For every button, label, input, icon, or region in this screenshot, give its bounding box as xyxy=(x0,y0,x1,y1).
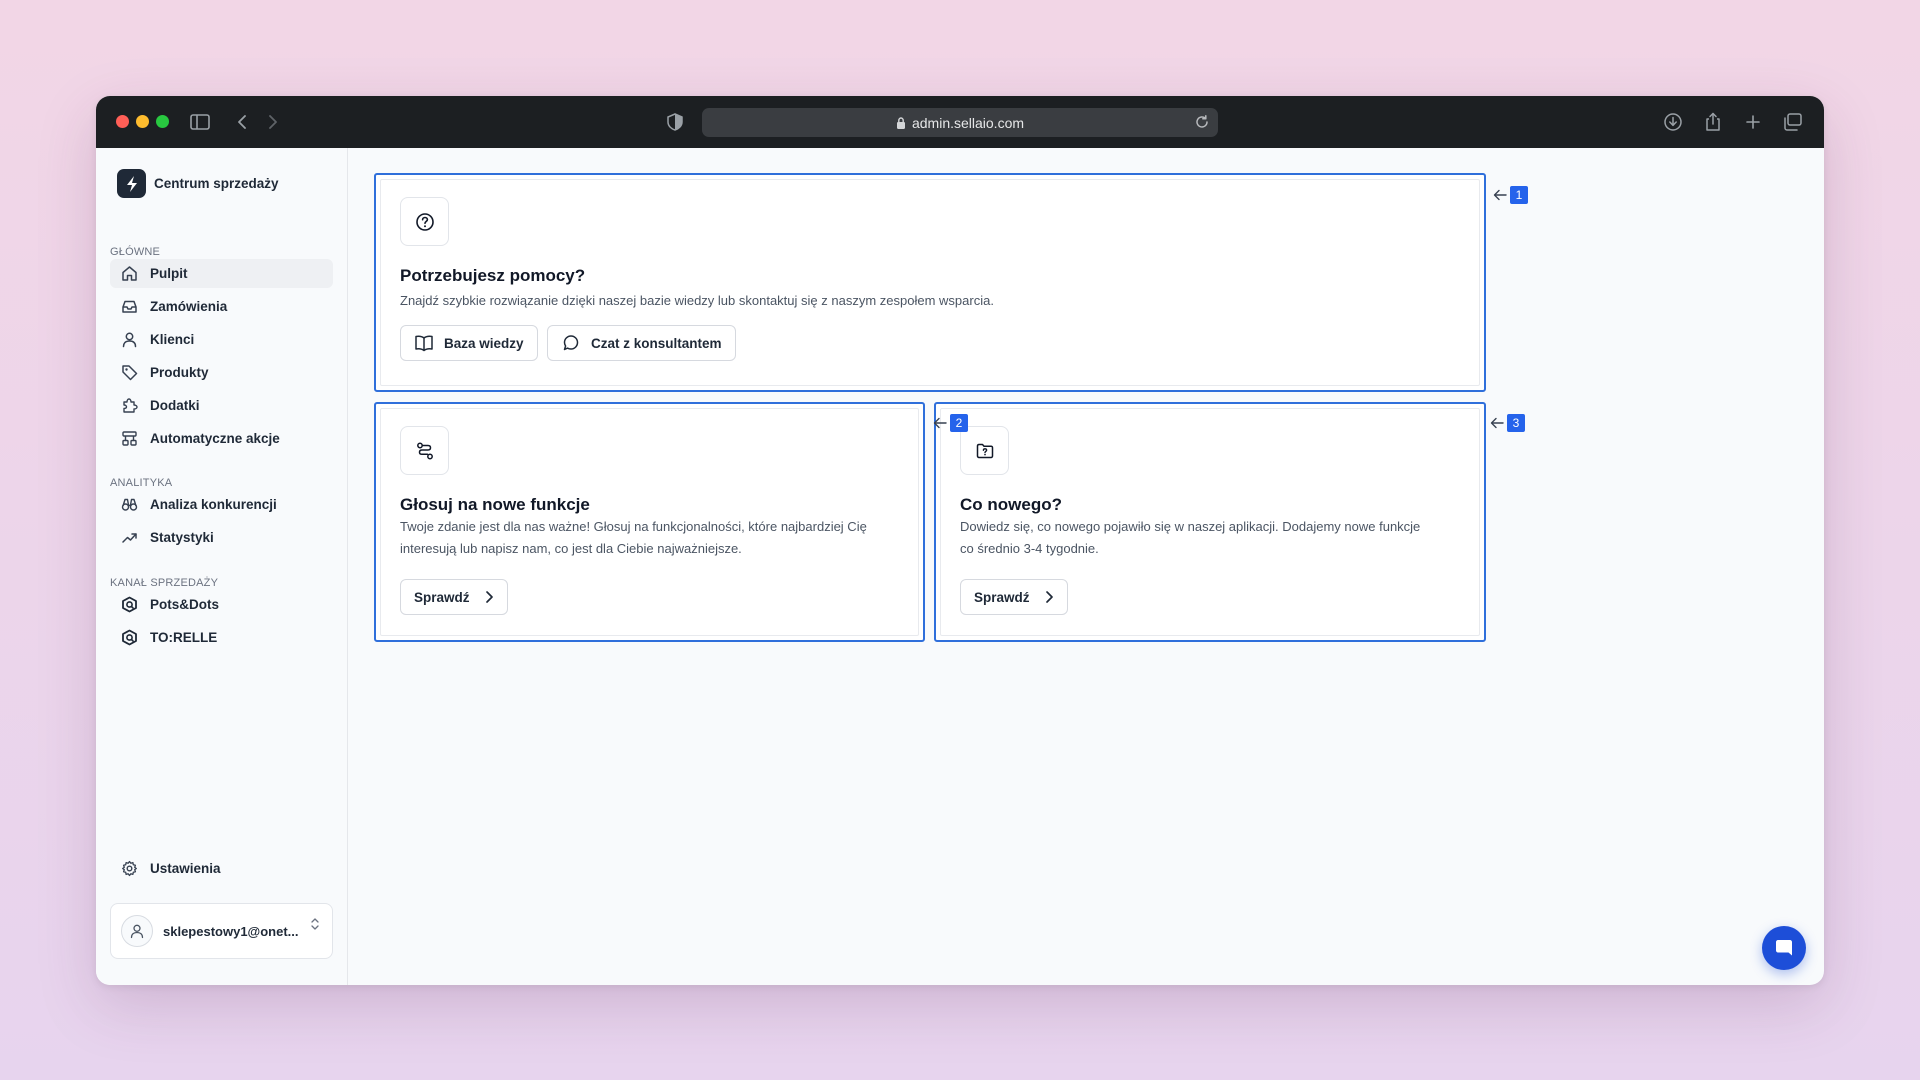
tag-icon xyxy=(120,364,138,382)
section-label-analityka: ANALITYKA xyxy=(110,477,173,489)
minimize-window-button[interactable] xyxy=(136,115,149,128)
new-tab-icon[interactable] xyxy=(1740,109,1766,135)
help-card: Potrzebujesz pomocy? Znajdź szybkie rozw… xyxy=(374,173,1486,392)
annotation-marker-2: 2 xyxy=(933,414,968,432)
avatar xyxy=(121,915,153,947)
sidebar-item-statystyki[interactable]: Statystyki xyxy=(110,523,333,552)
sidebar-item-zamowienia[interactable]: Zamówienia xyxy=(110,292,333,321)
browser-window: admin.sellaio.com Centrum sprzedaży GŁÓW… xyxy=(96,96,1824,985)
sidebar-item-produkty[interactable]: Produkty xyxy=(110,358,333,387)
marker-badge: 2 xyxy=(950,414,968,432)
store-hexagon-icon xyxy=(120,629,138,647)
news-check-button-label: Sprawdź xyxy=(974,589,1030,605)
sidebar-item-label: Zamówienia xyxy=(150,299,228,314)
chevron-right-icon xyxy=(1044,590,1054,604)
message-circle-icon xyxy=(561,333,581,353)
sidebar-item-analiza-konkurencji[interactable]: Analiza konkurencji xyxy=(110,490,333,519)
sidebar-item-ustawienia[interactable]: Ustawienia xyxy=(110,854,333,883)
brand-name: Centrum sprzedaży xyxy=(154,176,279,191)
sidebar-item-dodatki[interactable]: Dodatki xyxy=(110,391,333,420)
folder-question-icon xyxy=(960,426,1009,475)
lightning-logo-icon xyxy=(117,169,146,198)
sidebar-item-label: Produkty xyxy=(150,365,209,380)
news-card-title: Co nowego? xyxy=(960,495,1062,514)
workflow-icon xyxy=(120,430,138,448)
user-switcher[interactable]: sklepestowy1@onet... xyxy=(110,903,333,959)
sidebar-item-label: Klienci xyxy=(150,332,195,347)
chat-launcher-button[interactable] xyxy=(1762,926,1806,970)
annotation-marker-3: 3 xyxy=(1490,414,1525,432)
store-hexagon-icon xyxy=(120,596,138,614)
sidebar-item-automatyczne-akcje[interactable]: Automatyczne akcje xyxy=(110,424,333,453)
sidebar-item-klienci[interactable]: Klienci xyxy=(110,325,333,354)
sidebar-item-label: Automatyczne akcje xyxy=(150,431,280,446)
browser-toolbar: admin.sellaio.com xyxy=(96,96,1824,148)
route-icon xyxy=(400,426,449,475)
sidebar-item-label: Statystyki xyxy=(150,530,214,545)
puzzle-icon xyxy=(120,397,138,415)
section-label-glowne: GŁÓWNE xyxy=(110,246,161,258)
inbox-icon xyxy=(120,298,138,316)
download-icon[interactable] xyxy=(1660,109,1686,135)
sidebar-item-label: Dodatki xyxy=(150,398,200,413)
sidebar-item-label: TO:RELLE xyxy=(150,630,218,645)
user-email: sklepestowy1@onet... xyxy=(163,923,299,939)
vote-features-card: Głosuj na nowe funkcje Twoje zdanie jest… xyxy=(374,402,925,642)
knowledge-base-button-label: Baza wiedzy xyxy=(444,335,524,351)
sidebar-item-label: Pots&Dots xyxy=(150,597,220,612)
chat-bubble-icon xyxy=(1776,940,1792,956)
url-text: admin.sellaio.com xyxy=(911,114,1025,131)
sidebar: Centrum sprzedaży GŁÓWNE Pulpit Zamówien… xyxy=(96,148,348,985)
vote-check-button-label: Sprawdź xyxy=(414,589,470,605)
help-circle-icon xyxy=(400,197,449,246)
reload-icon[interactable] xyxy=(1194,114,1210,133)
vote-check-button[interactable]: Sprawdź xyxy=(400,579,508,615)
news-check-button[interactable]: Sprawdź xyxy=(960,579,1068,615)
help-card-title: Potrzebujesz pomocy? xyxy=(400,266,586,285)
sidebar-toggle-icon[interactable] xyxy=(187,109,213,135)
close-window-button[interactable] xyxy=(116,115,129,128)
arrow-left-icon xyxy=(933,417,947,429)
whats-new-card: Co nowego? Dowiedz się, co nowego pojawi… xyxy=(934,402,1486,642)
sidebar-item-pots-dots[interactable]: Pots&Dots xyxy=(110,590,333,619)
sidebar-item-label: Pulpit xyxy=(150,266,188,281)
sidebar-item-label: Analiza konkurencji xyxy=(150,497,277,512)
chevron-up-down-icon[interactable] xyxy=(310,916,320,937)
annotation-marker-1: 1 xyxy=(1493,186,1528,204)
chat-consultant-button-label: Czat z konsultantem xyxy=(591,335,722,351)
marker-badge: 1 xyxy=(1510,186,1528,204)
marker-badge: 3 xyxy=(1507,414,1525,432)
help-card-description: Znajdź szybkie rozwiązanie dzięki naszej… xyxy=(400,293,994,308)
zoom-window-button[interactable] xyxy=(156,115,169,128)
home-icon xyxy=(120,265,138,283)
vote-card-description: Twoje zdanie jest dla nas ważne! Głosuj … xyxy=(400,519,867,556)
arrow-left-icon xyxy=(1490,417,1504,429)
address-bar[interactable]: admin.sellaio.com xyxy=(702,108,1218,137)
sidebar-item-to-relle[interactable]: TO:RELLE xyxy=(110,623,333,652)
vote-card-title: Głosuj na nowe funkcje xyxy=(400,495,590,514)
brand[interactable]: Centrum sprzedaży xyxy=(117,169,279,198)
user-icon xyxy=(120,331,138,349)
book-open-icon xyxy=(414,334,434,352)
share-icon[interactable] xyxy=(1700,109,1726,135)
privacy-shield-icon[interactable] xyxy=(662,109,688,135)
news-card-description: Dowiedz się, co nowego pojawiło się w na… xyxy=(960,519,1421,556)
knowledge-base-button[interactable]: Baza wiedzy xyxy=(400,325,538,361)
back-icon[interactable] xyxy=(229,109,255,135)
sidebar-item-label: Ustawienia xyxy=(150,861,221,876)
user-icon xyxy=(130,924,144,939)
binoculars-icon xyxy=(120,496,138,514)
forward-icon[interactable] xyxy=(260,109,286,135)
tab-overview-icon[interactable] xyxy=(1780,109,1806,135)
arrow-left-icon xyxy=(1493,189,1507,201)
chat-consultant-button[interactable]: Czat z konsultantem xyxy=(547,325,736,361)
sidebar-item-pulpit[interactable]: Pulpit xyxy=(110,259,333,288)
lock-icon xyxy=(896,116,906,129)
gear-icon xyxy=(120,860,138,878)
chevron-right-icon xyxy=(484,590,494,604)
trending-up-icon xyxy=(120,529,138,547)
section-label-kanal-sprzedazy: KANAŁ SPRZEDAŻY xyxy=(110,577,219,589)
